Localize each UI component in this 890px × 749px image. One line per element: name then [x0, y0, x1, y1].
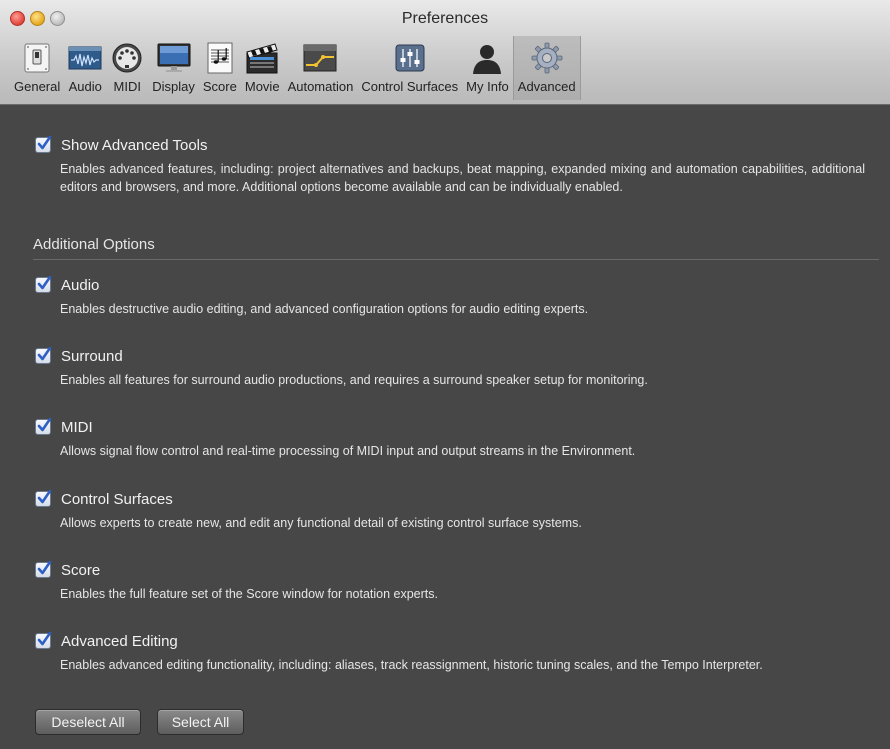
monitor-icon: [157, 43, 191, 72]
waveform-icon: [68, 46, 102, 70]
tab-general-label: General: [14, 79, 61, 94]
score-checkbox[interactable]: [35, 561, 52, 578]
show-advanced-tools-description: Enables advanced features, including: pr…: [60, 162, 865, 194]
automation-curve-icon: [303, 44, 337, 72]
show-advanced-tools-option: Show Advanced Tools Enables advanced fea…: [35, 136, 865, 196]
advanced-editing-description: Enables advanced editing functionality, …: [60, 658, 763, 672]
surround-option: Surround Enables all features for surrou…: [35, 347, 865, 389]
advanced-pane: Show Advanced Tools Enables advanced fea…: [0, 105, 890, 749]
tab-display[interactable]: Display: [148, 36, 199, 100]
select-all-button[interactable]: Select All: [157, 709, 244, 735]
control-surfaces-checkbox[interactable]: [35, 490, 52, 507]
tab-general[interactable]: General: [10, 36, 64, 100]
tab-automation[interactable]: Automation: [284, 36, 358, 100]
tab-score-label: Score: [202, 79, 237, 94]
midi-label: MIDI: [61, 418, 93, 436]
checkmark-icon: [37, 632, 52, 646]
checkmark-icon: [37, 276, 52, 290]
tab-advanced-label: Advanced: [517, 79, 576, 94]
tab-score[interactable]: Score: [199, 36, 241, 100]
advanced-editing-label: Advanced Editing: [61, 632, 178, 650]
tab-control-surfaces-label: Control Surfaces: [361, 79, 459, 94]
show-advanced-tools-label: Show Advanced Tools: [61, 136, 208, 154]
midi-description: Allows signal flow control and real-time…: [60, 444, 636, 458]
tab-my-info-label: My Info: [466, 79, 509, 94]
midi-option: MIDI Allows signal flow control and real…: [35, 418, 865, 460]
control-surfaces-option: Control Surfaces Allows experts to creat…: [35, 490, 865, 532]
switch-icon: [24, 43, 50, 73]
section-divider: [33, 259, 879, 260]
tab-midi[interactable]: MIDI: [106, 36, 148, 100]
tab-movie-label: Movie: [244, 79, 280, 94]
tab-advanced[interactable]: Advanced: [512, 36, 581, 100]
show-advanced-tools-checkbox[interactable]: [35, 136, 52, 153]
sheet-music-icon: [207, 42, 233, 74]
audio-option: Audio Enables destructive audio editing,…: [35, 276, 865, 318]
title-bar: Preferences General Audio MIDI Display S…: [0, 0, 890, 105]
advanced-editing-option: Advanced Editing Enables advanced editin…: [35, 632, 865, 674]
tab-midi-label: MIDI: [113, 79, 141, 94]
checkmark-icon: [37, 561, 52, 575]
score-label: Score: [61, 561, 101, 579]
surround-description: Enables all features for surround audio …: [60, 373, 648, 387]
tab-control-surfaces[interactable]: Control Surfaces: [357, 36, 462, 100]
tab-audio[interactable]: Audio: [64, 36, 106, 100]
score-description: Enables the full feature set of the Scor…: [60, 587, 438, 601]
additional-options-heading: Additional Options: [33, 236, 155, 253]
tab-automation-label: Automation: [287, 79, 354, 94]
advanced-editing-checkbox[interactable]: [35, 632, 52, 649]
audio-description: Enables destructive audio editing, and a…: [60, 302, 589, 316]
clapperboard-icon: [246, 43, 278, 74]
control-surfaces-description: Allows experts to create new, and edit a…: [60, 516, 582, 530]
midi-checkbox[interactable]: [35, 418, 52, 435]
audio-label: Audio: [61, 276, 100, 294]
audio-checkbox[interactable]: [35, 276, 52, 293]
faders-icon: [395, 44, 425, 72]
checkmark-icon: [37, 136, 52, 150]
tab-movie[interactable]: Movie: [241, 36, 284, 100]
tab-audio-label: Audio: [68, 79, 102, 94]
tab-display-label: Display: [152, 79, 195, 94]
preferences-toolbar: General Audio MIDI Display Score Movie A…: [10, 36, 581, 100]
surround-checkbox[interactable]: [35, 347, 52, 364]
window-title: Preferences: [401, 10, 489, 27]
checkmark-icon: [37, 490, 52, 504]
control-surfaces-label: Control Surfaces: [61, 490, 173, 508]
checkmark-icon: [37, 347, 52, 361]
preferences-window: Preferences General Audio MIDI Display S…: [0, 0, 890, 749]
gear-icon: [531, 42, 563, 74]
person-silhouette-icon: [473, 45, 502, 74]
surround-label: Surround: [61, 347, 123, 365]
midi-connector-icon: [112, 43, 142, 73]
deselect-all-button[interactable]: Deselect All: [35, 709, 141, 735]
score-option: Score Enables the full feature set of th…: [35, 561, 865, 603]
tab-my-info[interactable]: My Info: [462, 36, 513, 100]
checkmark-icon: [37, 418, 52, 432]
